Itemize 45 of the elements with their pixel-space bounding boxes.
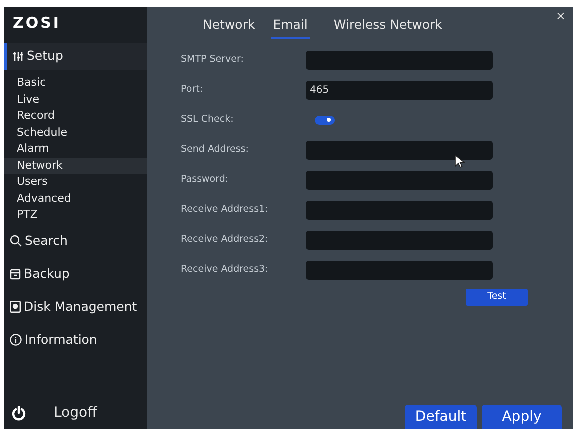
- logo: ZOSI: [12, 13, 62, 34]
- input-field[interactable]: 465: [306, 80, 493, 100]
- sidebar-item[interactable]: Information: [4, 326, 147, 354]
- test-button[interactable]: Test: [466, 289, 528, 306]
- field-label: SMTP Server:: [181, 52, 245, 67]
- tab[interactable]: Wireless Network: [332, 13, 444, 39]
- input-field[interactable]: [306, 200, 493, 220]
- submenu-item[interactable]: Basic: [4, 75, 147, 92]
- sliders-icon: [13, 51, 24, 62]
- field-label: Port:: [181, 82, 204, 97]
- info-icon: [10, 334, 22, 346]
- input-field[interactable]: [306, 140, 493, 160]
- action-button[interactable]: Default: [405, 405, 477, 429]
- submenu-item[interactable]: Alarm: [4, 141, 147, 158]
- action-button[interactable]: Apply: [482, 405, 562, 429]
- toggle-switch[interactable]: [315, 116, 335, 124]
- submenu-item[interactable]: Network: [4, 158, 147, 174]
- field-label: Send Address:: [181, 142, 250, 157]
- field-label: Receive Address2:: [181, 232, 270, 247]
- input-field[interactable]: [306, 260, 493, 280]
- logoff-button[interactable]: Logoff: [4, 399, 147, 429]
- sidebar-item[interactable]: Search: [4, 228, 147, 254]
- power-icon: [12, 406, 26, 420]
- submenu-item[interactable]: Live: [4, 92, 147, 108]
- field-label: Receive Address1:: [181, 202, 270, 217]
- input-field[interactable]: [306, 50, 493, 70]
- tab[interactable]: Email: [271, 13, 310, 39]
- sidebar-item[interactable]: Disk Management: [4, 294, 147, 320]
- field-label: Password:: [181, 172, 230, 187]
- field-label: SSL Check:: [181, 112, 235, 127]
- submenu-item[interactable]: Advanced: [4, 190, 147, 207]
- box-icon: [10, 268, 21, 280]
- close-button[interactable]: ×: [552, 7, 569, 25]
- field-label: Receive Address3:: [181, 262, 270, 277]
- submenu-item[interactable]: Record: [4, 108, 147, 124]
- submenu-item[interactable]: Schedule: [4, 124, 147, 141]
- sidebar-item[interactable]: Backup: [4, 260, 147, 288]
- input-field[interactable]: [306, 170, 493, 190]
- cursor-icon: [455, 155, 465, 168]
- sidebar-item[interactable]: Setup: [4, 43, 147, 70]
- submenu-item[interactable]: PTZ: [4, 207, 147, 224]
- tab[interactable]: Network: [201, 13, 258, 39]
- input-field[interactable]: [306, 230, 493, 250]
- submenu-item[interactable]: Users: [4, 174, 147, 190]
- search-icon: [10, 235, 22, 247]
